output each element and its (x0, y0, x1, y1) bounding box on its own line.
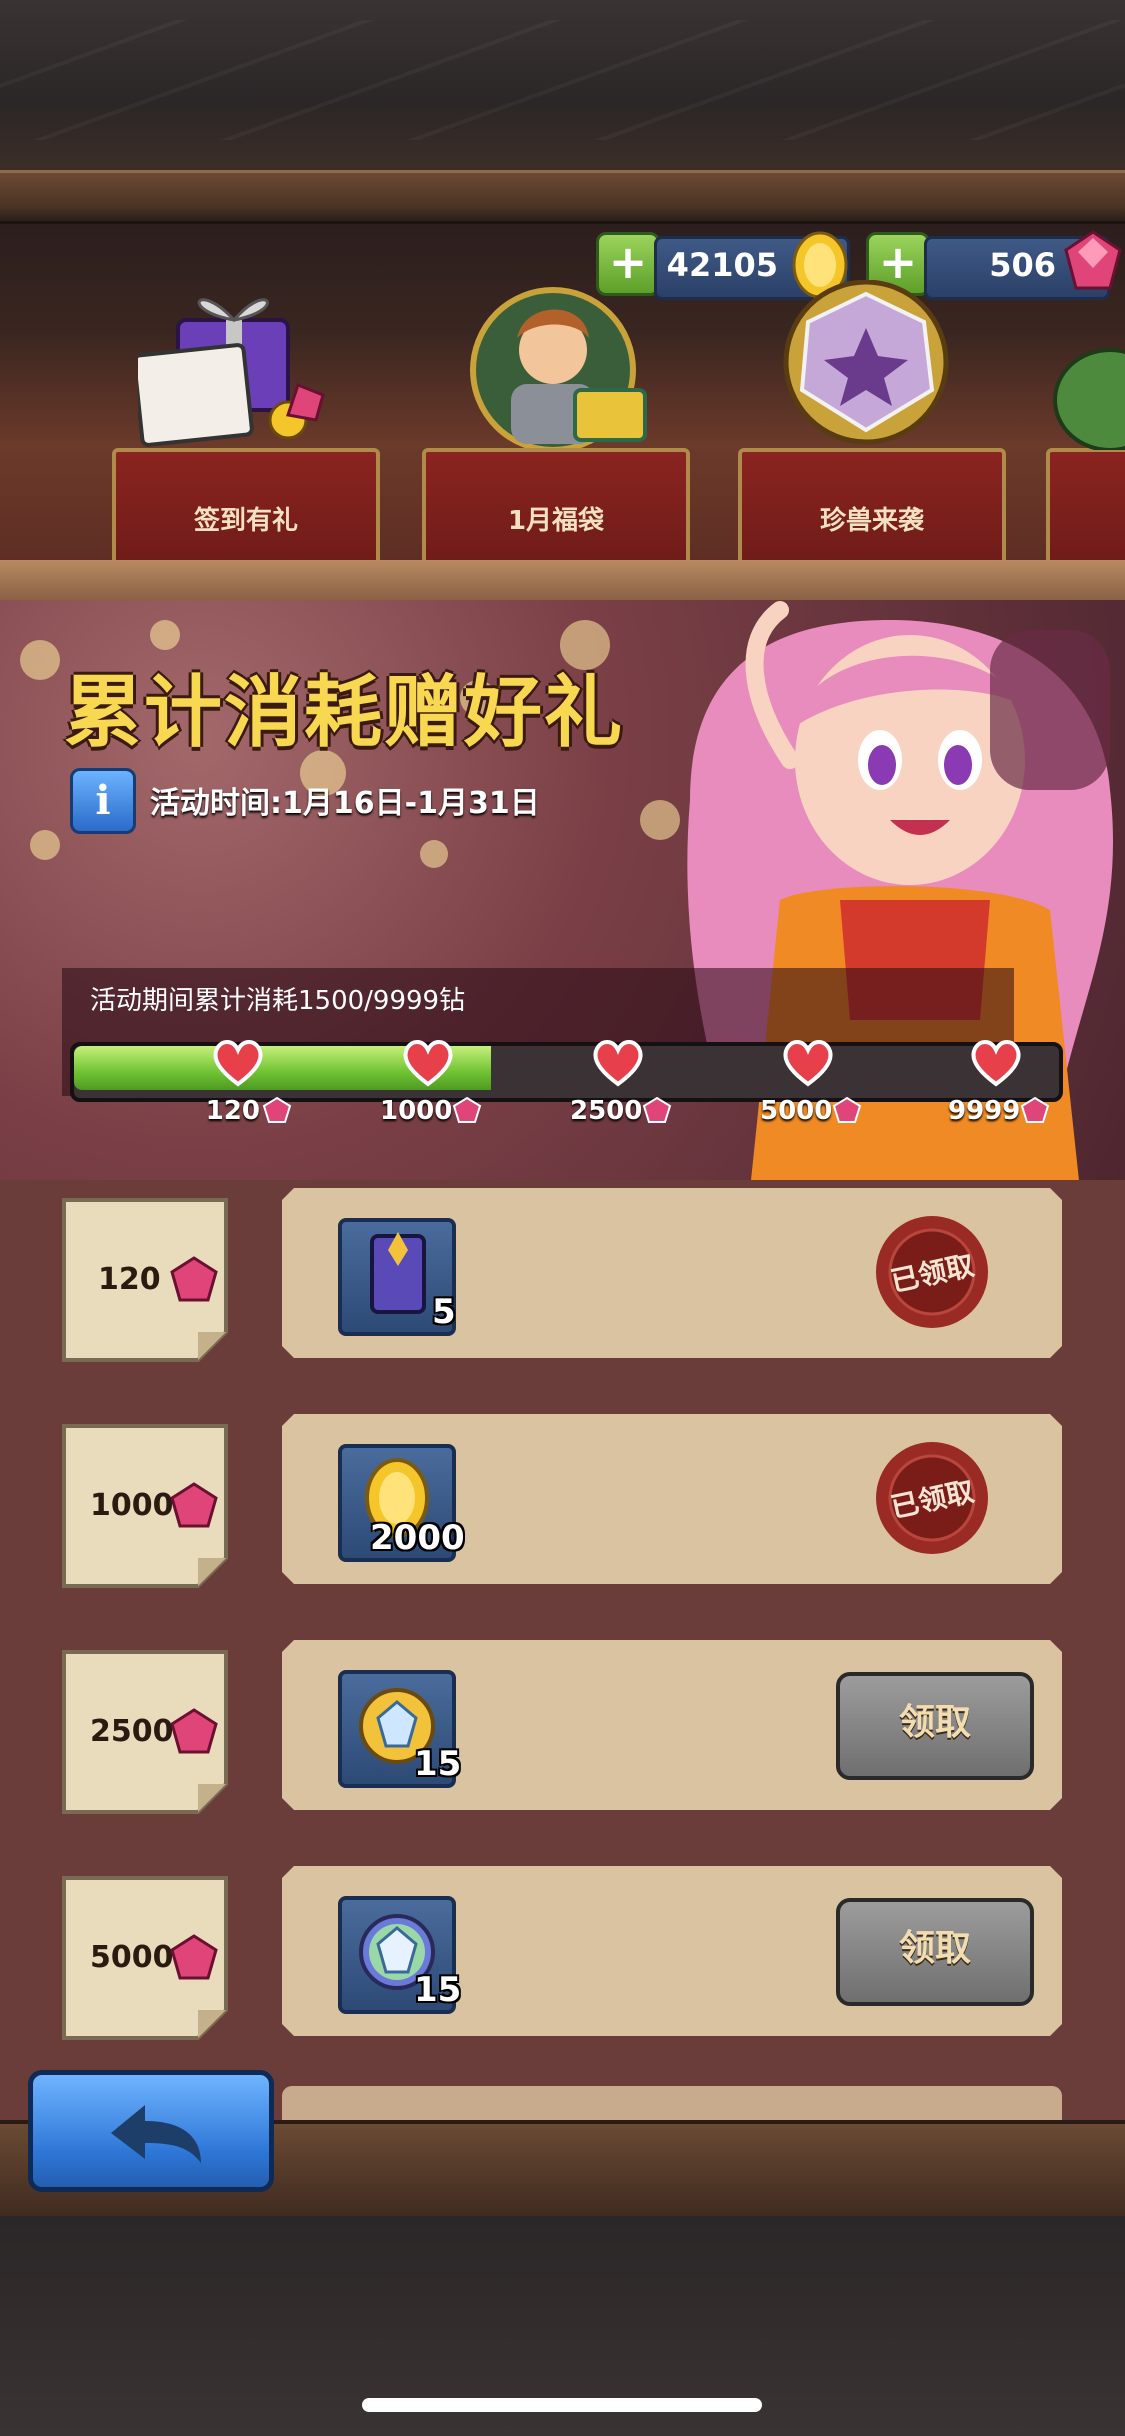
gem-icon (1064, 230, 1122, 290)
claim-button[interactable]: 领取 (836, 1672, 1034, 1780)
milestone-value: 9999 (948, 1096, 1021, 1126)
milestone-heart-icon (971, 1040, 1021, 1087)
gold-amount: 42105 (666, 246, 778, 284)
gem-icon (832, 1096, 862, 1123)
item-count: 15 (414, 1744, 462, 1784)
gem-icon (1020, 1096, 1050, 1123)
cost-value: 2500 (90, 1714, 174, 1749)
top-decor (0, 0, 1125, 170)
event-time: 活动时间:1月16日-1月31日 (150, 786, 540, 821)
tab-banner (1046, 448, 1125, 574)
milestone-value: 2500 (570, 1096, 643, 1126)
item-count: 15 (414, 1970, 462, 2010)
gem-icon (170, 1708, 218, 1754)
milestone-heart-icon (593, 1040, 643, 1087)
back-button[interactable] (28, 2070, 274, 2192)
gem-icon (262, 1096, 292, 1123)
back-arrow-icon (111, 2105, 201, 2163)
milestone-heart-icon (213, 1040, 263, 1087)
gem-icon (452, 1096, 482, 1123)
tab-label: 1月福袋 (507, 506, 605, 536)
progress-text: 活动期间累计消耗1500/9999钻 (90, 986, 466, 1016)
gem-icon (170, 1256, 218, 1302)
star-medal-icon (783, 280, 949, 445)
milestone-heart-icon (403, 1040, 453, 1087)
gift-calendar-icon (138, 298, 325, 447)
claim-button[interactable]: 领取 (836, 1898, 1034, 2006)
cost-value: 1000 (90, 1488, 174, 1523)
tab-label: 签到有礼 (193, 506, 298, 536)
cost-value: 5000 (90, 1940, 174, 1975)
gem-icon (642, 1096, 672, 1123)
item-count: 2000 (370, 1518, 465, 1558)
hero-portrait-icon (470, 287, 647, 450)
wood-trim (0, 170, 1125, 224)
milestone-value: 120 (205, 1096, 260, 1126)
cost-value: 120 (98, 1262, 161, 1297)
milestone-heart-icon (783, 1040, 833, 1087)
gem-icon (170, 1934, 218, 1980)
item-count: 5 (432, 1292, 456, 1332)
strip-divider (0, 560, 1125, 604)
partial-tab-icon (1053, 348, 1125, 450)
event-title: 累计消耗赠好礼 (64, 668, 625, 758)
milestone-value: 5000 (760, 1096, 833, 1126)
home-indicator[interactable] (362, 2398, 762, 2412)
tab-label: 珍兽来袭 (819, 506, 924, 536)
info-icon[interactable]: i (70, 768, 136, 834)
milestone-value: 1000 (380, 1096, 453, 1126)
gem-icon (170, 1482, 218, 1528)
